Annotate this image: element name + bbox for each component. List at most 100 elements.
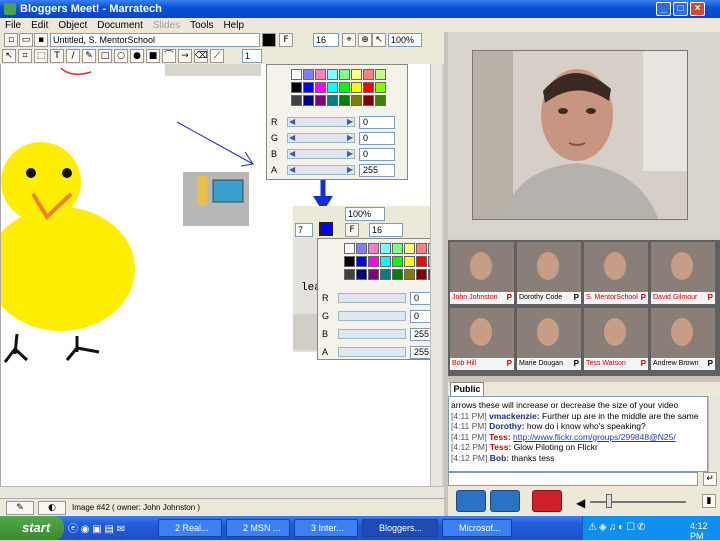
color-swatch[interactable] [356,269,367,280]
web-toggle-icon[interactable]: ◐ [38,501,66,515]
volume-slider-thumb[interactable] [606,494,612,508]
color-swatch[interactable] [416,269,427,280]
color-swatch[interactable] [368,269,379,280]
quick-launch-folder-icon[interactable]: ▤ [105,524,114,535]
color-swatch[interactable] [380,256,391,267]
save-icon[interactable]: ▪ [34,33,48,47]
send-icon[interactable]: ↵ [703,472,717,486]
color-swatch[interactable] [291,95,302,106]
line-width-field[interactable]: 1 [242,49,262,63]
brush-icon[interactable]: ⟋ [210,49,224,63]
color-swatch[interactable] [315,69,326,80]
task-internet[interactable]: 3 Inter... [294,519,358,537]
color-swatch[interactable] [363,95,374,106]
microphone-icon[interactable] [532,490,562,512]
eraser-icon[interactable]: ⌫ [194,49,208,63]
canvas-horizontal-scrollbar[interactable] [0,486,444,498]
chat-scrollbar[interactable] [708,396,720,472]
menu-object[interactable]: Object [53,20,92,31]
color-swatch[interactable] [404,243,415,254]
color-swatch[interactable] [291,69,302,80]
color-swatch[interactable] [392,256,403,267]
color-swatch[interactable] [404,256,415,267]
slider-a[interactable]: ◀ ▶ [287,165,355,175]
rectangle-tool-icon[interactable]: □ [98,49,112,63]
participant-thumbnail[interactable]: Andrew Brown P [651,308,715,370]
color-swatch[interactable] [368,256,379,267]
color-swatch[interactable] [327,82,338,93]
color-swatch[interactable] [351,95,362,106]
menu-help[interactable]: Help [218,20,249,31]
participant-thumbnail[interactable]: David Gilmour P [651,242,715,304]
task-msn[interactable]: 2 MSN ... [226,519,290,537]
color-swatch[interactable] [416,243,427,254]
new-document-icon[interactable]: ▫ [4,33,18,47]
eyedropper-icon[interactable]: ⌒ [162,49,176,63]
value-r[interactable]: 0 [359,115,395,129]
color-swatch[interactable] [356,243,367,254]
tab-public[interactable]: Public [450,382,484,396]
quick-launch-media-icon[interactable]: ◉ [81,524,90,535]
color-swatch[interactable] [380,269,391,280]
task-bloggers[interactable]: Bloggers... [362,519,438,537]
color-swatch[interactable] [363,69,374,80]
color-swatch[interactable] [339,82,350,93]
value-b[interactable]: 0 [359,147,395,161]
color-swatch[interactable] [404,269,415,280]
start-button[interactable]: start [0,516,64,540]
pen-tool-icon[interactable]: ✎ [82,49,96,63]
color-swatch[interactable] [303,95,314,106]
color-swatch[interactable] [291,82,302,93]
zoom-field[interactable]: 100% [388,33,422,47]
whiteboard-toggle-icon[interactable]: ✎ [6,501,34,515]
slider-b[interactable]: ◀ ▶ [287,149,355,159]
line-tool-icon[interactable]: / [66,49,80,63]
lasso-icon[interactable]: ⌗ [18,49,32,63]
text-tool-icon[interactable]: T [50,49,64,63]
color-swatch[interactable] [392,243,403,254]
canvas-vertical-scrollbar[interactable] [430,64,442,486]
volume-slider[interactable] [590,501,686,503]
quick-launch-mail-icon[interactable]: ✉ [117,524,125,535]
color-swatch[interactable] [375,82,386,93]
color-swatch[interactable] [375,69,386,80]
color-swatch[interactable] [380,243,391,254]
filled-rect-icon[interactable]: ■ [146,49,160,63]
color-swatch[interactable] [315,82,326,93]
arrow-tool-icon[interactable]: → [178,49,192,63]
menu-document[interactable]: Document [92,20,148,31]
chat-link[interactable]: http://www.flickr.com/groups/299848@N25/ [513,432,676,442]
quick-launch-ie-icon[interactable]: ⓔ [68,524,78,535]
participant-thumbnail[interactable]: John Johnston P [450,242,514,304]
camera-icon[interactable] [456,490,486,512]
ellipse-tool-icon[interactable]: ○ [114,49,128,63]
filled-ellipse-icon[interactable]: ● [130,49,144,63]
target-icon[interactable]: ⊕ [358,33,372,47]
document-selector[interactable]: Untitled, S. MentorSchool [50,33,260,47]
participant-thumbnail[interactable]: Tess Watson P [584,308,648,370]
color-swatch[interactable] [351,82,362,93]
color-swatch[interactable] [356,256,367,267]
font-size-field[interactable]: 16 [313,33,339,47]
color-swatch[interactable] [327,69,338,80]
color-swatch[interactable] [344,243,355,254]
color-swatch[interactable] [339,69,350,80]
color-swatch[interactable] [344,269,355,280]
participant-thumbnail[interactable]: Dorothy Code P [517,242,581,304]
menu-tools[interactable]: Tools [185,20,218,31]
color-swatch[interactable] [368,243,379,254]
tray-icons[interactable]: ⚠◈♫◐☐✆ [588,522,648,533]
slider-r[interactable]: ◀ ▶ [287,117,355,127]
participant-thumbnail[interactable]: S. MentorSchool P [584,242,648,304]
color-swatch[interactable] [303,69,314,80]
color-swatch[interactable] [363,82,374,93]
task-real[interactable]: 2 Real... [158,519,222,537]
color-swatch[interactable] [339,95,350,106]
color-swatch[interactable] [392,269,403,280]
open-folder-icon[interactable]: ▭ [19,33,33,47]
color-swatch[interactable] [303,82,314,93]
value-g[interactable]: 0 [359,131,395,145]
slider-g[interactable]: ◀ ▶ [287,133,355,143]
menu-edit[interactable]: Edit [26,20,53,31]
color-swatch[interactable] [375,95,386,106]
